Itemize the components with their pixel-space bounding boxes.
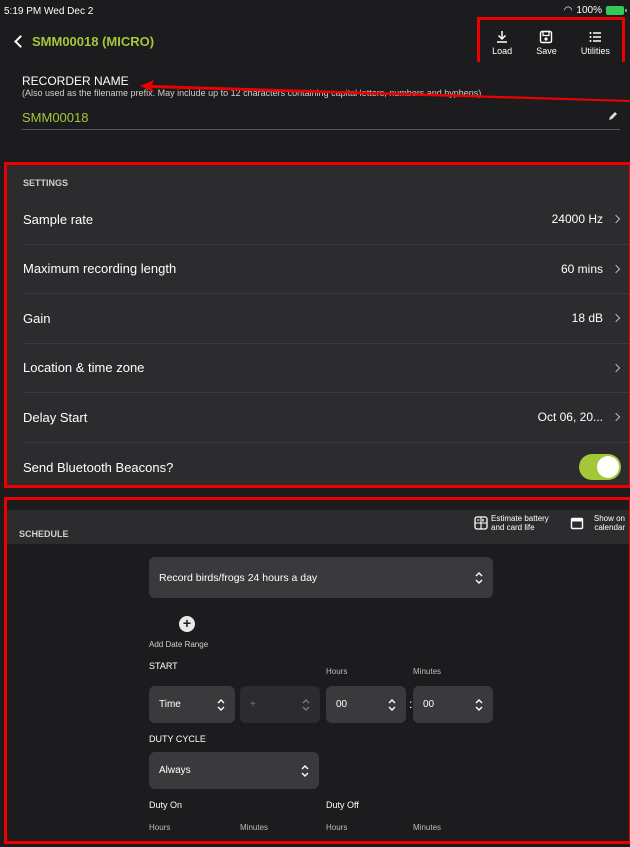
utilities-button[interactable]: Utilities xyxy=(581,30,610,56)
schedule-preset-value: Record birds/frogs 24 hours a day xyxy=(159,571,318,584)
gain-row[interactable]: Gain 18 dB xyxy=(23,294,629,344)
save-icon xyxy=(540,30,553,44)
chevron-right-icon xyxy=(611,264,621,273)
updown-chevron-icon xyxy=(302,698,310,711)
duty-on-minutes-label: Minutes xyxy=(240,823,269,832)
updown-chevron-icon xyxy=(475,698,483,711)
chevron-right-icon xyxy=(611,314,621,323)
bluetooth-beacons-label: Send Bluetooth Beacons? xyxy=(23,459,174,475)
chevron-right-icon xyxy=(611,215,621,224)
calendar-icon xyxy=(570,517,584,530)
updown-chevron-icon xyxy=(301,764,309,777)
load-label: Load xyxy=(492,46,513,56)
max-recording-length-row[interactable]: Maximum recording length 60 mins xyxy=(23,245,629,294)
updown-chevron-icon xyxy=(475,571,483,584)
start-minutes-select[interactable]: 00 xyxy=(413,686,493,723)
location-timezone-label: Location & time zone xyxy=(23,360,145,376)
start-type-value: Time xyxy=(159,699,181,710)
delay-start-row[interactable]: Delay Start Oct 06, 20... xyxy=(23,393,629,443)
settings-header: SETTINGS xyxy=(7,165,629,195)
delay-start-value: Oct 06, 20... xyxy=(537,410,603,425)
bluetooth-beacons-row: Send Bluetooth Beacons? xyxy=(23,443,629,493)
show-calendar-label: Show on calendar xyxy=(593,514,625,532)
schedule-header-bar: SCHEDULE Estimate battery and card life … xyxy=(7,510,629,544)
estimate-battery-label: Estimate battery and card life xyxy=(491,514,549,532)
location-timezone-row[interactable]: Location & time zone xyxy=(23,344,629,393)
delay-start-label: Delay Start xyxy=(23,409,88,425)
list-icon xyxy=(589,32,602,42)
load-button[interactable]: Load xyxy=(492,30,512,56)
annotation-arrow-icon xyxy=(140,80,630,102)
pencil-icon[interactable] xyxy=(608,111,618,121)
calculator-icon xyxy=(474,516,488,530)
battery-percent: 100% xyxy=(576,5,602,16)
back-chevron-icon xyxy=(14,35,27,48)
settings-section: SETTINGS Sample rate 24000 Hz Maximum re… xyxy=(4,162,630,488)
max-recording-length-value: 60 mins xyxy=(560,261,603,276)
chevron-right-icon xyxy=(611,363,621,372)
recorder-title: SMM00018 (MICRO) xyxy=(32,34,155,49)
duty-off-hours-label: Hours xyxy=(326,823,348,832)
schedule-preset-select[interactable]: Record birds/frogs 24 hours a day xyxy=(149,557,493,598)
gain-label: Gain xyxy=(23,310,51,326)
recorder-name-underline xyxy=(22,129,620,130)
duty-cycle-label: DUTY CYCLE xyxy=(149,734,206,744)
back-button[interactable]: SMM00018 (MICRO) xyxy=(14,34,155,49)
start-offset-sign: + xyxy=(250,699,256,710)
duty-on-label: Duty On xyxy=(149,800,183,810)
duty-off-label: Duty Off xyxy=(326,800,359,810)
recorder-name-heading: RECORDER NAME xyxy=(22,74,129,88)
add-date-range-label: Add Date Range xyxy=(149,640,209,649)
duty-cycle-value: Always xyxy=(159,765,191,776)
schedule-header: SCHEDULE xyxy=(19,529,69,539)
gain-value: 18 dB xyxy=(571,311,603,326)
time-colon: : xyxy=(409,697,413,711)
start-type-select[interactable]: Time xyxy=(149,686,235,723)
start-minutes-label: Minutes xyxy=(413,667,442,676)
bluetooth-beacons-toggle[interactable] xyxy=(579,454,621,481)
updown-chevron-icon xyxy=(217,698,225,711)
toggle-knob xyxy=(597,456,619,479)
schedule-section: SCHEDULE Estimate battery and card life … xyxy=(4,497,630,844)
estimate-battery-button[interactable]: Estimate battery and card life xyxy=(474,514,549,532)
sample-rate-row[interactable]: Sample rate 24000 Hz xyxy=(23,195,629,245)
show-calendar-button[interactable]: Show on calendar xyxy=(570,514,625,532)
sample-rate-label: Sample rate xyxy=(23,211,94,227)
sample-rate-value: 24000 Hz xyxy=(551,212,603,227)
updown-chevron-icon xyxy=(388,698,396,711)
start-minutes-value: 00 xyxy=(423,699,435,710)
duty-cycle-select[interactable]: Always xyxy=(149,752,319,789)
start-hours-select[interactable]: 00 xyxy=(326,686,406,723)
start-offset-select: + xyxy=(240,686,320,723)
duty-off-minutes-label: Minutes xyxy=(413,823,442,832)
add-date-range-button[interactable]: + xyxy=(179,616,195,632)
wifi-icon: ◠ xyxy=(563,5,573,16)
battery-icon xyxy=(606,6,627,15)
status-time: 5:19 PM Wed Dec 2 xyxy=(4,6,94,17)
recorder-name-section: RECORDER NAME (Also used as the filename… xyxy=(0,62,630,161)
duty-on-hours-label: Hours xyxy=(149,823,171,832)
save-button[interactable]: Save xyxy=(536,30,557,56)
download-icon xyxy=(497,31,508,43)
start-hours-label: Hours xyxy=(326,667,348,676)
recorder-name-field[interactable]: SMM00018 xyxy=(22,110,88,125)
toolbar-highlight: Load Save Utilities xyxy=(477,17,625,67)
chevron-right-icon xyxy=(611,413,621,422)
utilities-label: Utilities xyxy=(580,46,610,56)
save-label: Save xyxy=(536,46,557,56)
start-label: START xyxy=(149,661,178,671)
start-hours-value: 00 xyxy=(336,699,348,710)
max-recording-length-label: Maximum recording length xyxy=(23,261,177,277)
